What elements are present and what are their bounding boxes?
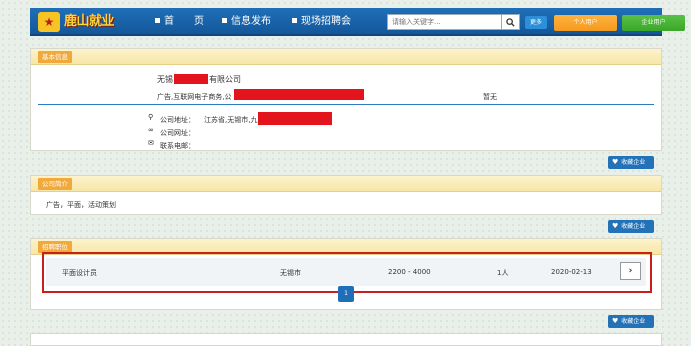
nav-home-label: 首 页 — [164, 16, 204, 27]
company-user-button[interactable]: 企业用户 — [622, 15, 685, 31]
favorite-company-button[interactable]: ♥ 收藏企业 — [608, 315, 654, 328]
address-label: 公司地址： — [160, 116, 195, 124]
company-intro-title: 公司简介 — [38, 178, 72, 190]
favorite-label: 收藏企业 — [621, 318, 646, 325]
bullet-icon — [292, 17, 297, 23]
search-input[interactable] — [387, 14, 502, 30]
basic-info-header: 基本信息 — [31, 49, 661, 65]
favorite-label: 收藏企业 — [621, 223, 646, 230]
industry-text: 广告,互联网电子商务,公 — [157, 93, 232, 101]
company-name-suffix: 有限公司 — [209, 75, 241, 84]
nav-job-fair-label: 现场招聘会 — [301, 16, 351, 27]
company-intro-header: 公司简介 — [31, 176, 661, 192]
job-title[interactable]: 平面设计员 — [62, 268, 97, 278]
basic-info-title: 基本信息 — [38, 51, 72, 63]
envelope-icon: ✉ — [148, 139, 154, 147]
map-pin-icon: ⚲ — [148, 113, 154, 121]
company-intro-panel: 公司简介 — [30, 175, 662, 215]
site-logo-text[interactable]: 鹿山就业 — [64, 13, 115, 31]
personal-user-button[interactable]: 个人用户 — [554, 15, 617, 31]
bullet-icon — [155, 17, 160, 23]
redaction-block — [258, 112, 332, 125]
nav-publish-label: 信息发布 — [231, 16, 271, 27]
heart-icon: ♥ — [612, 317, 619, 325]
redaction-block — [234, 89, 364, 100]
favorite-company-button[interactable]: ♥ 收藏企业 — [608, 156, 654, 169]
redaction-block — [174, 74, 208, 84]
nav-job-fair[interactable]: 现场招聘会 — [292, 8, 351, 36]
heart-icon: ♥ — [612, 158, 619, 166]
nav-publish[interactable]: 信息发布 — [222, 8, 271, 36]
footer-panel — [30, 333, 662, 346]
favorite-label: 收藏企业 — [621, 159, 646, 166]
logo-icon[interactable]: ★ — [38, 12, 60, 32]
job-detail-button[interactable]: › — [620, 262, 641, 280]
search-icon — [506, 18, 515, 27]
top-navbar: ★ 鹿山就业 首 页 信息发布 现场招聘会 更多 个人用户 企业用户 — [30, 8, 685, 36]
phone-label: 联系电邮： — [160, 142, 195, 150]
link-icon: ∞ — [148, 126, 154, 134]
job-city: 无锡市 — [280, 269, 301, 277]
website-label: 公司网址： — [160, 129, 195, 137]
job-salary: 2200 - 4000 — [388, 268, 431, 276]
job-count: 1人 — [497, 269, 509, 277]
favorite-company-button[interactable]: ♥ 收藏企业 — [608, 220, 654, 233]
pagination-page-1[interactable]: 1 — [338, 286, 354, 302]
heart-icon: ♥ — [612, 222, 619, 230]
nav-home[interactable]: 首 页 — [155, 8, 204, 36]
bullet-icon — [222, 17, 227, 23]
search-button[interactable] — [502, 14, 520, 30]
chevron-right-icon: › — [628, 266, 633, 276]
more-button[interactable]: 更多 — [525, 16, 547, 29]
address-value: 江苏省,无锡市,九 — [204, 116, 258, 124]
job-date: 2020-02-13 — [551, 268, 592, 276]
company-name-prefix: 无锡 — [157, 75, 173, 84]
divider — [38, 104, 654, 105]
na-text: 暂无 — [483, 93, 497, 101]
company-intro-text: 广告，平面，活动策划 — [46, 201, 116, 209]
